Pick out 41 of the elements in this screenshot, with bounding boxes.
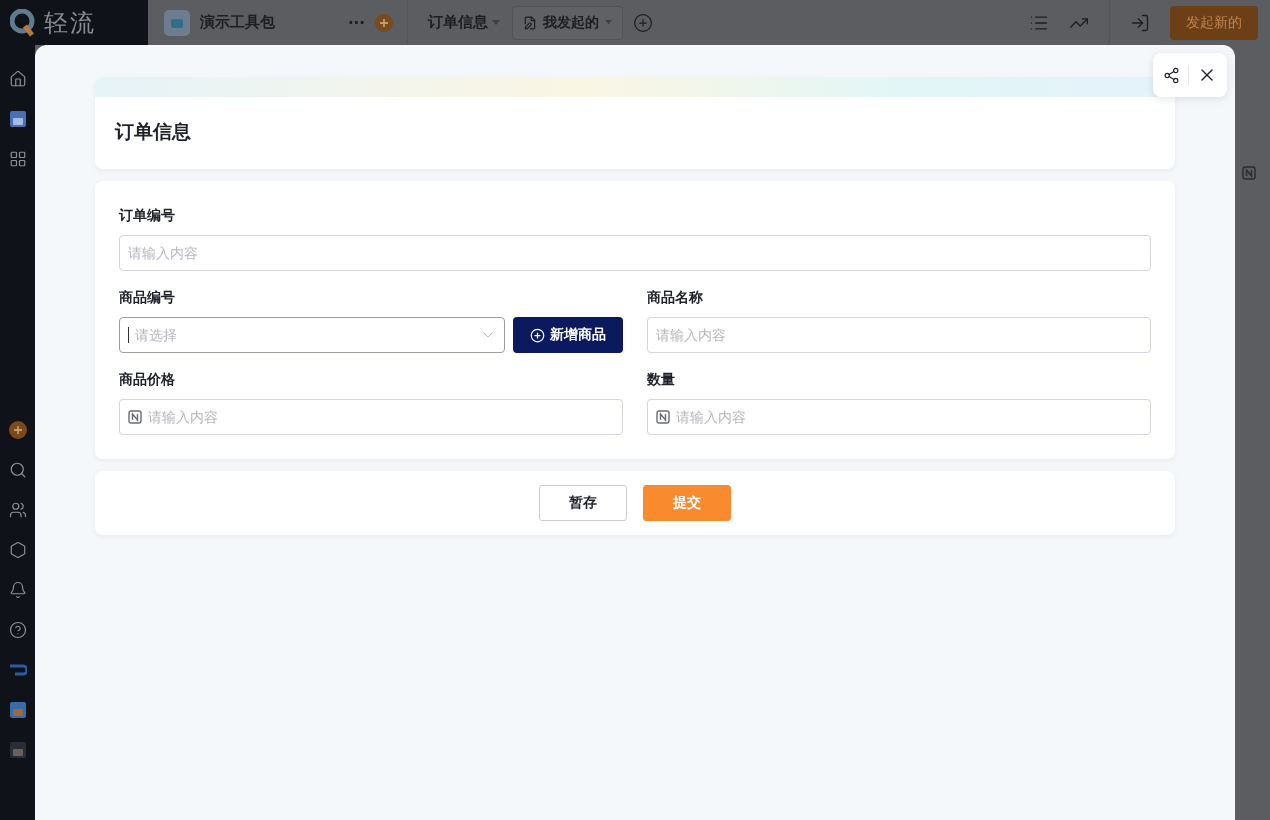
field-label: 商品编号 <box>119 288 176 307</box>
app-icon <box>8 701 27 719</box>
number-icon <box>128 410 142 424</box>
form-edit-icon <box>523 15 537 30</box>
logo-text: 轻流 <box>44 7 96 39</box>
text-input[interactable]: 请选择 <box>135 318 474 352</box>
app-icon[interactable] <box>8 664 27 676</box>
field-label: 商品名称 <box>647 288 704 307</box>
login-icon[interactable] <box>1130 12 1150 33</box>
add-icon[interactable] <box>8 421 27 439</box>
number-icon <box>656 410 670 424</box>
help-icon[interactable] <box>8 621 27 639</box>
add-tab-icon[interactable] <box>633 12 653 33</box>
submit-button[interactable]: 提交 <box>643 485 731 521</box>
users-icon[interactable] <box>8 501 27 519</box>
nav-title[interactable]: 订单信息 <box>428 13 488 32</box>
view-tab[interactable]: 我发起的 <box>512 5 623 40</box>
app-icon <box>8 741 27 759</box>
share-icon[interactable] <box>1163 66 1180 84</box>
workspace-icon <box>164 9 190 36</box>
search-icon[interactable] <box>8 461 27 479</box>
form-title: 订单信息 <box>113 119 192 144</box>
field-label: 订单编号 <box>119 206 176 225</box>
dropdown-icon <box>492 19 500 26</box>
bell-icon[interactable] <box>8 581 27 599</box>
home-icon[interactable] <box>8 70 27 88</box>
app-icon <box>8 110 27 128</box>
settings-icon[interactable] <box>8 541 27 559</box>
launch-button[interactable]: 发起新的 <box>1170 5 1258 40</box>
add-product-button[interactable]: 新增商品 <box>513 317 623 353</box>
grid-icon[interactable] <box>8 150 27 168</box>
number-icon <box>1242 166 1256 180</box>
save-draft-button[interactable]: 暂存 <box>539 485 627 521</box>
workspace-name[interactable]: 演示工具包 <box>200 13 275 32</box>
logo-icon <box>10 8 36 37</box>
more-menu[interactable]: ··· <box>347 13 365 32</box>
field-label: 数量 <box>647 370 676 389</box>
dropdown-icon <box>605 20 612 25</box>
select-field[interactable]: 请选择 <box>119 317 505 353</box>
plus-circle-icon <box>530 327 545 343</box>
field-label: 商品价格 <box>119 370 176 389</box>
